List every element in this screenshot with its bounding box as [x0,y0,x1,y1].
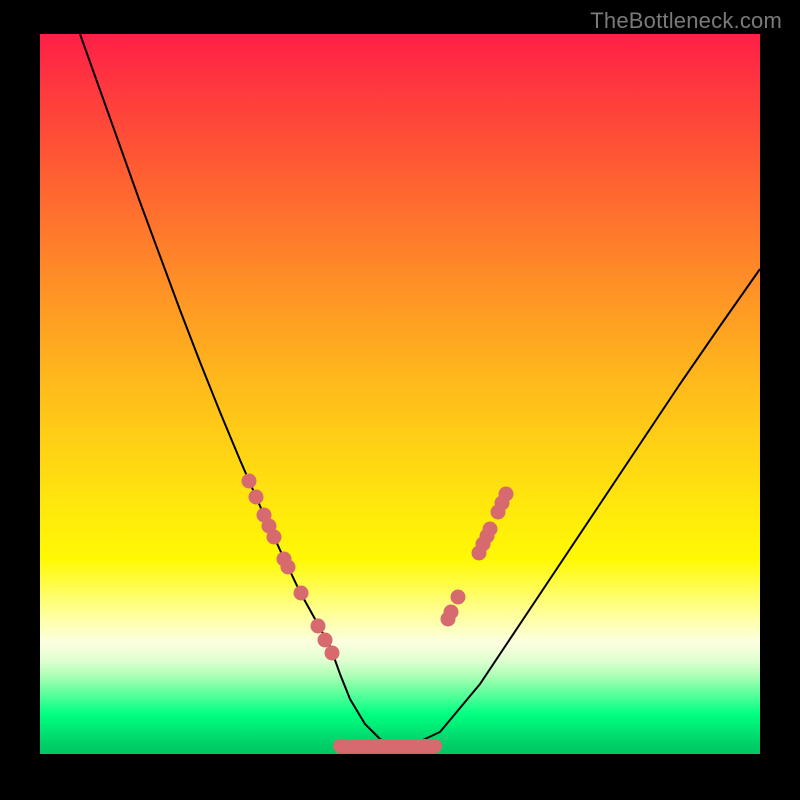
data-point-right [483,522,498,537]
data-point-left [267,530,282,545]
chart-container: TheBottleneck.com [0,0,800,800]
data-point-right [444,605,459,620]
data-point-left [311,619,326,634]
gradient-plot-area [40,34,760,754]
watermark-text: TheBottleneck.com [590,8,782,34]
data-point-left [294,586,309,601]
data-point-right [451,590,466,605]
data-point-left [249,490,264,505]
data-point-right [499,487,514,502]
chart-svg [40,34,760,754]
data-point-left [242,474,257,489]
bottleneck-curve [80,34,760,746]
data-point-left [318,633,333,648]
data-point-left [325,646,340,661]
data-point-left [281,560,296,575]
